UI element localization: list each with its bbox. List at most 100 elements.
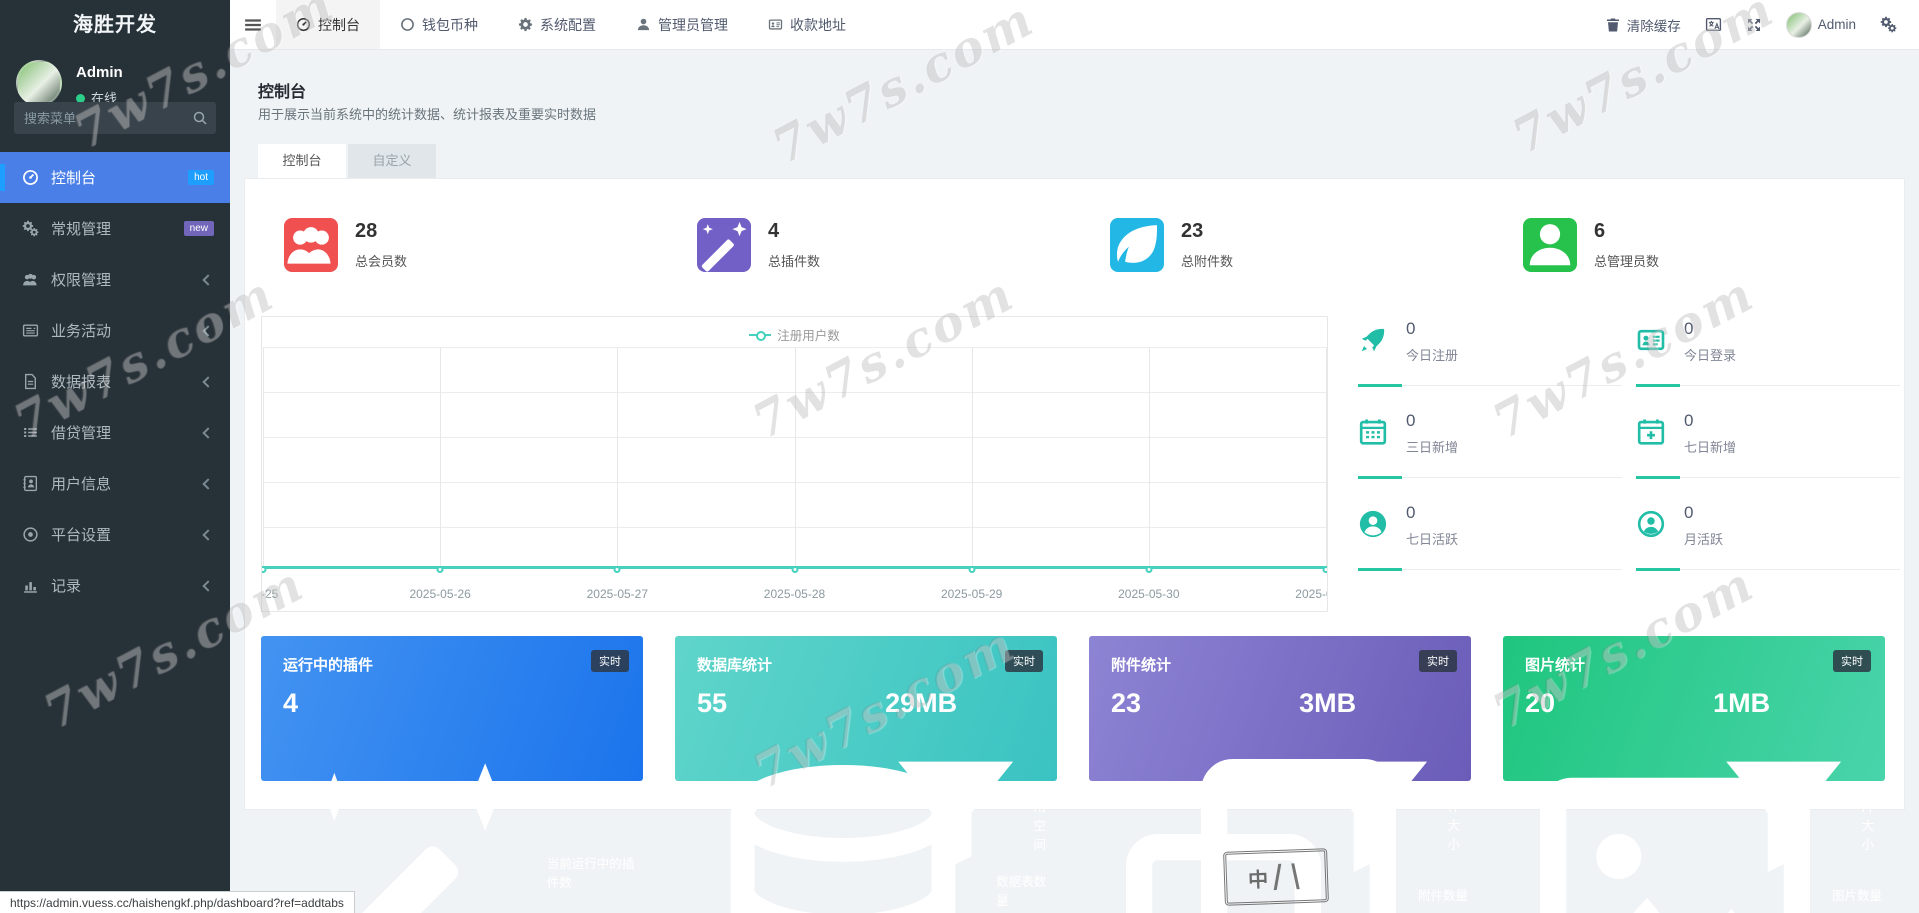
circle-dot-icon: [22, 526, 39, 543]
clear-cache-label: 清除缓存: [1627, 15, 1681, 35]
sidebar-item-platform[interactable]: 平台设置: [0, 509, 230, 560]
content-tab-dashboard[interactable]: 控制台: [258, 144, 346, 178]
realtime-badge: 实时: [1419, 650, 1457, 672]
summary-card-2: 附件统计 实时 23 3MB 附件数量 附件大小: [1089, 636, 1471, 781]
leaf-icon: [1110, 218, 1164, 272]
tab-system-config[interactable]: 系统配置: [498, 0, 616, 49]
sidebar-item-business[interactable]: 业务活动: [0, 305, 230, 356]
fullscreen-button[interactable]: [1746, 17, 1762, 33]
chevron-left-icon: [202, 274, 213, 285]
mini-stat-today-login: 0 今日登录: [1636, 321, 1900, 393]
sidebar-item-records[interactable]: 记录: [0, 560, 230, 611]
mini-stat-today-register: 0 今日注册: [1358, 321, 1622, 393]
stat-plugins: 4总插件数: [697, 218, 820, 272]
fullscreen-icon: [1746, 17, 1762, 33]
gear-icon: [518, 17, 533, 32]
registered-users-chart: 注册用户数 05-25 2025-05-26 2025-05-27 2025-0…: [261, 316, 1328, 612]
chevron-left-icon: [202, 325, 213, 336]
menu-toggle-icon[interactable]: [230, 0, 276, 49]
summary-card-0: 运行中的插件 实时 4 当前运行中的插件数: [261, 636, 643, 781]
legend-label: 注册用户数: [777, 325, 840, 344]
id-card-icon: [768, 17, 783, 32]
rocket-icon: [1358, 325, 1388, 355]
chevron-left-icon: [202, 478, 213, 489]
search-input[interactable]: [24, 102, 184, 134]
mini-stat-3day-new: 0 三日新增: [1358, 413, 1622, 485]
realtime-badge: 实时: [1833, 650, 1871, 672]
page-title: 控制台: [258, 78, 306, 102]
x-axis-labels: 05-25 2025-05-26 2025-05-27 2025-05-28 2…: [263, 587, 1326, 603]
tab-label: 收款地址: [790, 15, 846, 35]
sidebar-item-label: 常规管理: [51, 218, 111, 239]
chevron-left-icon: [202, 427, 213, 438]
new-badge: new: [184, 221, 214, 236]
sidebar-item-dashboard[interactable]: 控制台 hot: [0, 152, 230, 203]
data-point: [437, 566, 444, 573]
user-name: Admin: [76, 64, 123, 81]
tab-wallet-currency[interactable]: 钱包币种: [380, 0, 498, 49]
data-point: [1145, 566, 1152, 573]
chevron-left-icon: [202, 580, 213, 591]
gears-icon: [1880, 16, 1897, 33]
status-url: https://admin.vuess.cc/haishengkf.php/da…: [10, 896, 344, 910]
data-point: [791, 566, 798, 573]
sidebar: 海胜开发 Admin 在线 控制台 hot 常规管理 new 权限管理: [0, 0, 230, 913]
user-circle-outline-icon: [1636, 509, 1666, 539]
sidebar-item-label: 数据报表: [51, 371, 111, 392]
users-icon: [284, 218, 338, 272]
data-point: [1323, 566, 1329, 573]
dashboard-icon: [296, 17, 311, 32]
legend-marker-icon: [749, 334, 771, 336]
sidebar-item-userinfo[interactable]: 用户信息: [0, 458, 230, 509]
stat-members: 28 总会员数: [284, 218, 407, 272]
data-point: [614, 566, 621, 573]
app-window: 7w7s.com 7w7s.com 7w7s.com 7w7s.com 7w7s…: [0, 0, 1919, 913]
list-icon: [22, 424, 39, 441]
clear-cache-button[interactable]: 清除缓存: [1605, 15, 1681, 35]
app-logo: 海胜开发: [0, 0, 230, 50]
avatar[interactable]: [16, 60, 62, 106]
calendar-plus-icon: [1636, 417, 1666, 447]
sidebar-item-label: 业务活动: [51, 320, 111, 341]
sidebar-item-lending[interactable]: 借贷管理: [0, 407, 230, 458]
sidebar-item-permissions[interactable]: 权限管理: [0, 254, 230, 305]
tab-label: 控制台: [318, 15, 360, 35]
language-button[interactable]: [1705, 16, 1722, 33]
user-icon: [1523, 218, 1577, 272]
avatar: [1786, 12, 1812, 38]
summary-card-3: 图片统计 实时 20 1MB 图片数量 图片大小: [1503, 636, 1885, 781]
stat-icon-2: [1110, 218, 1164, 272]
summary-card-1: 数据库统计 实时 55 29MB 数据表数量 占用空间: [675, 636, 1057, 781]
stat-value: 4: [768, 220, 820, 243]
settings-button[interactable]: [1880, 16, 1897, 33]
sidebar-item-general[interactable]: 常规管理 new: [0, 203, 230, 254]
content-tab-custom[interactable]: 自定义: [348, 144, 436, 178]
gears-icon: [22, 220, 39, 237]
realtime-badge: 实时: [1005, 650, 1043, 672]
stat-value: 23: [1181, 220, 1233, 243]
tab-admin-manage[interactable]: 管理员管理: [616, 0, 748, 49]
filter-icon: [1713, 744, 1854, 885]
tab-dashboard[interactable]: 控制台: [276, 0, 380, 49]
tab-payment-address[interactable]: 收款地址: [748, 0, 866, 49]
users-icon: [22, 271, 39, 288]
browser-status-bar: https://admin.vuess.cc/haishengkf.php/da…: [0, 891, 355, 913]
search-icon[interactable]: [192, 110, 208, 126]
stat-label: 总附件数: [1181, 251, 1233, 270]
stat-value: 28: [355, 220, 407, 243]
chart-legend[interactable]: 注册用户数: [262, 325, 1327, 344]
user-icon: [636, 17, 651, 32]
language-icon: [1705, 16, 1722, 33]
dashboard-icon: [22, 169, 39, 186]
id-card-icon: [1636, 325, 1666, 355]
mini-stat-7day-new: 0 七日新增: [1636, 413, 1900, 485]
sidebar-menu: 控制台 hot 常规管理 new 权限管理 业务活动 数据报表: [0, 152, 230, 611]
stat-label: 总管理员数: [1594, 251, 1659, 270]
mini-stats: 0 今日注册 0 今日登录 0 三日新增 0 七日新增 0 七日活跃: [1358, 321, 1900, 581]
stat-label: 总会员数: [355, 251, 407, 270]
sidebar-item-reports[interactable]: 数据报表: [0, 356, 230, 407]
realtime-badge: 实时: [591, 650, 629, 672]
user-menu[interactable]: Admin: [1786, 12, 1856, 38]
stat-icon-1: [697, 218, 751, 272]
filter-icon: [885, 744, 1026, 885]
